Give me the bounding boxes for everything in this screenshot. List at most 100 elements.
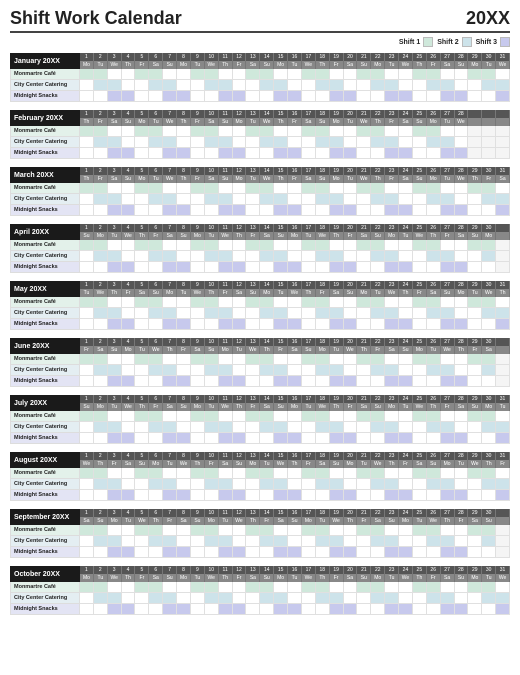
shift-cell <box>427 205 441 216</box>
day-of-week-header: Fr <box>399 460 413 468</box>
shift-cell <box>455 354 469 365</box>
shift-cell <box>441 433 455 444</box>
day-of-week-header: Th <box>149 517 163 525</box>
shift-cell <box>496 468 510 479</box>
shift-cell <box>357 411 371 422</box>
shift-cell <box>455 69 469 80</box>
shift-cell <box>122 468 136 479</box>
shift-cell <box>135 194 149 205</box>
month-block: February 20XX123456789101112131415161718… <box>10 110 510 159</box>
day-of-week-header: Th <box>205 289 219 297</box>
day-number-header: 25 <box>413 53 427 61</box>
day-number-header: 27 <box>441 281 455 289</box>
day-of-week-header: Mo <box>427 118 441 126</box>
day-of-week-header: Fr <box>357 517 371 525</box>
shift-cell <box>149 433 163 444</box>
shift-cell <box>413 354 427 365</box>
shift-cell <box>233 536 247 547</box>
shift-cell <box>468 354 482 365</box>
shift-cell <box>274 194 288 205</box>
shift-cell <box>413 91 427 102</box>
day-of-week-header: Tu <box>246 175 260 183</box>
shift-cell <box>344 479 358 490</box>
day-of-week-header: We <box>357 118 371 126</box>
shift-cell <box>246 194 260 205</box>
day-of-week-header: Fr <box>108 460 122 468</box>
day-number-header: 24 <box>399 281 413 289</box>
shift-cell <box>441 240 455 251</box>
shift-cell <box>288 490 302 501</box>
shift-cell <box>468 365 482 376</box>
shift-cell <box>246 297 260 308</box>
legend-label-1: Shift 1 <box>399 39 420 46</box>
day-number-header: 8 <box>177 110 191 118</box>
day-of-week-header: Sa <box>260 403 274 411</box>
month-grid: February 20XX123456789101112131415161718… <box>10 110 510 159</box>
shift-cell <box>219 137 233 148</box>
shift-cell <box>260 240 274 251</box>
shift-cell <box>427 365 441 376</box>
day-of-week-header: Mo <box>468 61 482 69</box>
shift-cell <box>468 240 482 251</box>
shift-cell <box>468 262 482 273</box>
day-number-header <box>468 110 482 118</box>
shift-cell <box>441 262 455 273</box>
shift-cell <box>316 251 330 262</box>
shift-cell <box>205 479 219 490</box>
shift-cell <box>163 376 177 387</box>
day-of-week-header: Sa <box>399 175 413 183</box>
shift-cell <box>205 297 219 308</box>
shift-cell <box>496 205 510 216</box>
shift-cell <box>274 148 288 159</box>
shift-cell <box>441 137 455 148</box>
shift-cell <box>205 80 219 91</box>
day-number-header: 7 <box>163 338 177 346</box>
month-name: January 20XX <box>10 53 80 69</box>
day-number-header: 19 <box>330 395 344 403</box>
shift-cell <box>399 194 413 205</box>
shift-cell <box>316 69 330 80</box>
shift-cell <box>135 183 149 194</box>
day-of-week-header: Tu <box>191 61 205 69</box>
shift-cell <box>288 148 302 159</box>
day-of-week-header <box>468 118 482 126</box>
shift-cell <box>163 411 177 422</box>
day-number-header: 26 <box>427 281 441 289</box>
shift-cell <box>246 126 260 137</box>
shift-cell <box>94 582 108 593</box>
shift-cell <box>149 297 163 308</box>
day-of-week-header: Tu <box>149 175 163 183</box>
day-number-header: 3 <box>108 395 122 403</box>
shift-cell <box>191 262 205 273</box>
day-number-header: 27 <box>441 395 455 403</box>
shift-cell <box>274 80 288 91</box>
shift-cell <box>149 365 163 376</box>
shift-cell <box>205 251 219 262</box>
shift-cell <box>302 547 316 558</box>
day-of-week-header: Sa <box>163 403 177 411</box>
shift-cell <box>455 126 469 137</box>
shift-cell <box>135 240 149 251</box>
shift-cell <box>357 525 371 536</box>
shift-cell <box>260 205 274 216</box>
shift-cell <box>344 365 358 376</box>
shift-cell <box>108 308 122 319</box>
day-of-week-header: Tu <box>177 289 191 297</box>
day-number-header: 4 <box>122 395 136 403</box>
shift-cell <box>413 376 427 387</box>
shift-cell <box>385 262 399 273</box>
day-of-week-header: Sa <box>344 574 358 582</box>
shift-cell <box>260 308 274 319</box>
shift-cell <box>108 411 122 422</box>
shift-cell <box>260 354 274 365</box>
day-number-header: 21 <box>357 338 371 346</box>
day-number-header: 10 <box>205 395 219 403</box>
shift-cell <box>441 525 455 536</box>
shift-cell <box>219 126 233 137</box>
day-of-week-header: We <box>288 289 302 297</box>
day-of-week-header: Th <box>219 61 233 69</box>
day-number-header: 5 <box>135 167 149 175</box>
shift-cell <box>357 547 371 558</box>
shift-cell <box>149 262 163 273</box>
day-of-week-header: Tu <box>482 61 496 69</box>
